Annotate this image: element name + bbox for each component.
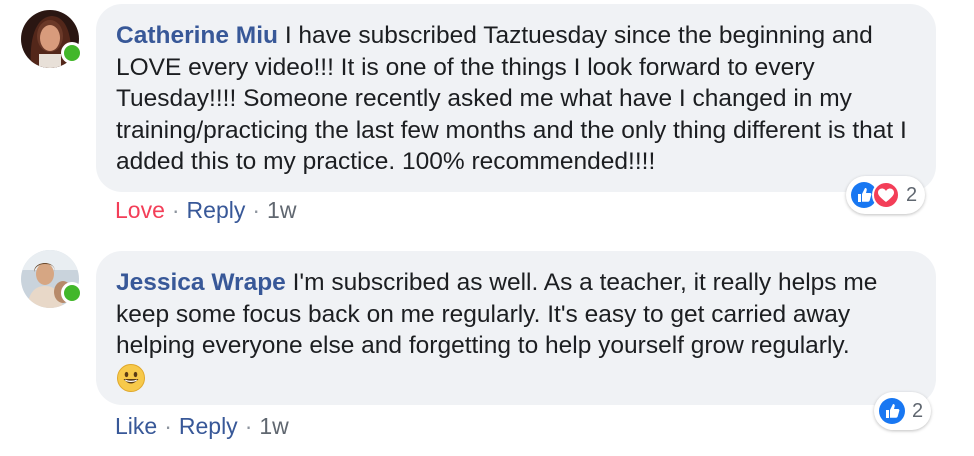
online-status-indicator	[61, 42, 83, 64]
reply-link[interactable]: Reply	[179, 413, 238, 439]
online-status-indicator	[61, 282, 83, 304]
comment-timestamp[interactable]: 1w	[259, 413, 288, 439]
avatar[interactable]	[21, 250, 83, 308]
avatar[interactable]	[21, 10, 83, 68]
reaction-count: 2	[912, 399, 924, 422]
separator-dot: ·	[244, 413, 253, 439]
comment-bubble: Catherine Miu I have subscribed Taztuesd…	[96, 4, 936, 192]
like-icon	[879, 398, 905, 424]
reply-link[interactable]: Reply	[187, 197, 246, 223]
love-reaction-link[interactable]: Love	[115, 197, 165, 223]
reaction-summary[interactable]: 2	[846, 176, 926, 214]
separator-dot: ·	[171, 197, 180, 223]
grinning-face-emoji	[117, 364, 145, 393]
comment-author-link[interactable]: Catherine Miu	[116, 22, 278, 49]
comment-actions: Love · Reply · 1w	[115, 197, 296, 224]
reaction-summary[interactable]: 2	[874, 392, 932, 430]
separator-dot: ·	[252, 197, 261, 223]
comment-bubble: Jessica Wrape I'm subscribed as well. As…	[96, 251, 936, 405]
comment-actions: Like · Reply · 1w	[115, 413, 289, 440]
comment-timestamp[interactable]: 1w	[267, 197, 296, 223]
like-reaction-link[interactable]: Like	[115, 413, 157, 439]
comment-author-link[interactable]: Jessica Wrape	[116, 269, 286, 296]
love-icon	[872, 181, 900, 209]
separator-dot: ·	[164, 413, 172, 439]
reaction-count: 2	[906, 183, 918, 206]
